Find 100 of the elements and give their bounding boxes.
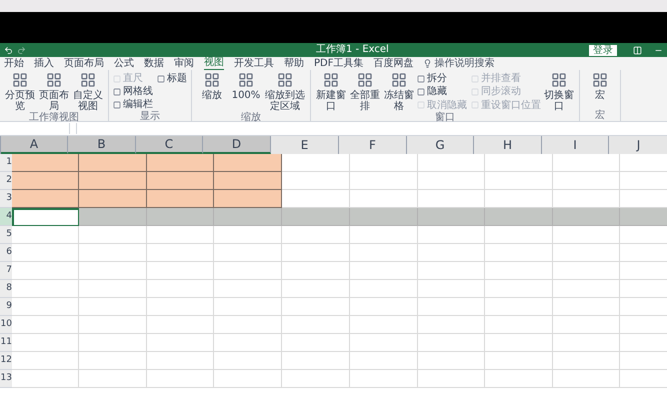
- checkbox-icon: [417, 74, 425, 83]
- cell[interactable]: [79, 154, 147, 172]
- ribbon-button[interactable]: 分页预览: [4, 72, 36, 112]
- row-header[interactable]: 9: [0, 298, 12, 316]
- cell[interactable]: [12, 190, 79, 208]
- row-header[interactable]: 2: [0, 172, 12, 190]
- group-label: 工作簿视图: [29, 112, 79, 123]
- checkbox-icon: [471, 74, 479, 83]
- ribbon-tab[interactable]: 开始: [4, 58, 24, 70]
- cell[interactable]: [282, 208, 350, 226]
- column-header[interactable]: I: [542, 136, 609, 154]
- cell[interactable]: [79, 190, 147, 208]
- ribbon-button[interactable]: 冻结窗格: [383, 72, 415, 112]
- cell[interactable]: [418, 208, 485, 226]
- window-icon: [80, 72, 96, 88]
- ribbon-tab[interactable]: 数据: [144, 58, 164, 70]
- cell[interactable]: [350, 208, 418, 226]
- undo-icon[interactable]: [4, 46, 13, 54]
- window-icon: [357, 72, 373, 88]
- window-title: 工作簿1 - Excel: [316, 44, 389, 56]
- row-header[interactable]: 7: [0, 262, 12, 280]
- window-icon: [204, 72, 220, 88]
- ribbon-display-icon[interactable]: [633, 46, 642, 54]
- ribbon-button[interactable]: 缩放: [196, 72, 228, 112]
- row-header[interactable]: 11: [0, 334, 12, 352]
- column-header[interactable]: G: [407, 136, 474, 154]
- cell[interactable]: [79, 208, 147, 226]
- signin-button[interactable]: 登录: [589, 44, 617, 56]
- group-label: 缩放: [241, 112, 261, 123]
- row-header[interactable]: 13: [0, 370, 12, 388]
- cell[interactable]: [214, 208, 282, 226]
- ribbon-tab[interactable]: PDF工具集: [314, 58, 364, 70]
- ribbon-option[interactable]: 拆分: [417, 72, 467, 86]
- window-icon: [323, 72, 339, 88]
- cell[interactable]: [12, 154, 79, 172]
- ribbon-option[interactable]: 网格线: [113, 85, 153, 98]
- row-header[interactable]: 8: [0, 280, 12, 298]
- lightbulb-icon: [423, 59, 432, 68]
- checkbox-icon: [417, 101, 425, 110]
- column-header[interactable]: B: [68, 136, 136, 154]
- cell[interactable]: [79, 172, 147, 190]
- window-icon: [46, 72, 62, 88]
- ribbon-button[interactable]: 宏: [584, 72, 616, 110]
- row-header[interactable]: 1: [0, 154, 12, 172]
- row-header[interactable]: 6: [0, 244, 12, 262]
- column-header[interactable]: H: [474, 136, 542, 154]
- ribbon-button[interactable]: 页面布局: [38, 72, 70, 112]
- cell[interactable]: [12, 208, 79, 226]
- cell[interactable]: [147, 154, 214, 172]
- cell[interactable]: [214, 190, 282, 208]
- cell[interactable]: [147, 190, 214, 208]
- column-header[interactable]: C: [136, 136, 203, 154]
- row-header[interactable]: 10: [0, 316, 12, 334]
- group-label: 窗口: [435, 112, 455, 123]
- ribbon-option[interactable]: 编辑栏: [113, 98, 153, 111]
- cell[interactable]: [12, 172, 79, 190]
- checkbox-icon: [113, 74, 121, 82]
- cell[interactable]: [214, 172, 282, 190]
- ribbon-tab[interactable]: 百度网盘: [373, 58, 414, 70]
- search-field[interactable]: 操作说明搜索: [423, 58, 494, 70]
- ribbon-tab[interactable]: 帮助: [284, 58, 304, 70]
- checkbox-icon: [113, 88, 121, 96]
- column-header[interactable]: E: [271, 136, 339, 154]
- window-icon: [277, 72, 293, 88]
- cell[interactable]: [147, 208, 214, 226]
- cell[interactable]: [147, 172, 214, 190]
- column-header[interactable]: D: [203, 136, 271, 154]
- column-header[interactable]: J: [609, 136, 667, 154]
- ribbon-button[interactable]: 切换窗口: [543, 72, 575, 112]
- ribbon-tab[interactable]: 开发工具: [234, 58, 274, 70]
- ribbon-option[interactable]: 隐藏: [417, 85, 467, 99]
- ribbon-tab[interactable]: 公式: [114, 58, 134, 70]
- cell[interactable]: [214, 154, 282, 172]
- ribbon-tab[interactable]: 审阅: [174, 58, 194, 70]
- window-icon: [391, 72, 407, 88]
- row-header[interactable]: 12: [0, 352, 12, 370]
- ribbon-tab[interactable]: 页面布局: [64, 58, 104, 70]
- ribbon-button[interactable]: 自定义视图: [72, 72, 104, 112]
- ribbon-button[interactable]: 全部重排: [349, 72, 381, 112]
- group-label: 宏: [595, 110, 605, 121]
- ribbon-button[interactable]: 100%: [230, 72, 262, 112]
- window-icon: [551, 72, 567, 88]
- row-header[interactable]: 5: [0, 226, 12, 244]
- ribbon-button[interactable]: 新建窗口: [315, 72, 347, 112]
- ribbon-tab[interactable]: 插入: [34, 58, 54, 70]
- cell[interactable]: [485, 208, 553, 226]
- cell[interactable]: [620, 208, 667, 226]
- window-icon: [12, 72, 28, 88]
- checkbox-icon: [113, 100, 121, 108]
- checkbox-icon: [471, 101, 479, 110]
- row-header[interactable]: 3: [0, 190, 12, 208]
- checkbox-icon: [471, 88, 479, 96]
- window-icon: [238, 72, 254, 88]
- column-header[interactable]: F: [339, 136, 407, 154]
- cell[interactable]: [553, 208, 620, 226]
- group-label: 显示: [140, 111, 160, 122]
- row-header[interactable]: 4: [0, 208, 12, 226]
- ribbon-option[interactable]: 标题: [157, 72, 187, 85]
- ribbon-button[interactable]: 缩放到选定区域: [264, 72, 306, 112]
- column-header[interactable]: A: [1, 136, 68, 154]
